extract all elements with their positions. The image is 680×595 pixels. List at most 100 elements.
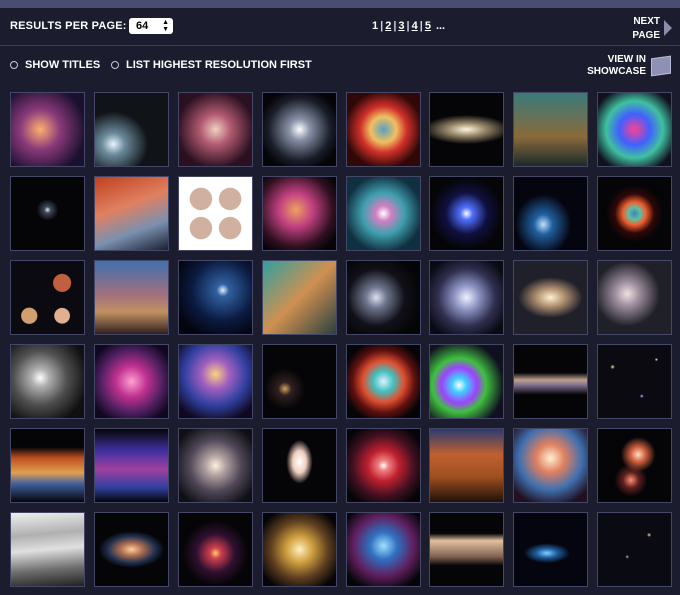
thumbnail-face-on-spiral[interactable] — [178, 428, 253, 503]
thumbnail-tarantula-wide[interactable] — [10, 428, 85, 503]
thumbnail-blue-comet[interactable] — [513, 176, 588, 251]
thumbnail-rainbow-nebula[interactable] — [429, 344, 504, 419]
thumbnail-jupiter-closeup[interactable] — [10, 512, 85, 587]
thumbnail-orion-nebula[interactable] — [178, 92, 253, 167]
pagination: 1 | 2 | 3 | 4 | 5 ... — [372, 20, 445, 32]
thumbnail-horsehead-nebula[interactable] — [94, 176, 169, 251]
thumbnail-purple-star-cluster[interactable] — [178, 344, 253, 419]
next-arrow-icon[interactable] — [664, 20, 672, 36]
thumbnail-image — [11, 345, 84, 418]
thumbnail-carina-mountain[interactable] — [94, 260, 169, 335]
thumbnail-image — [263, 261, 336, 334]
thumbnail-mars-surface-strip[interactable] — [429, 512, 504, 587]
thumbnail-star-forming-region[interactable] — [513, 428, 588, 503]
thumbnail-blue-galaxy-jet[interactable] — [513, 512, 588, 587]
thumbnail-interacting-spirals[interactable] — [346, 260, 421, 335]
thumbnail-image — [598, 513, 671, 586]
page-link-1[interactable]: 1 — [372, 20, 378, 32]
thumbnail-pillars-of-creation[interactable] — [513, 92, 588, 167]
thumbnail-image — [263, 177, 336, 250]
page-link-3[interactable]: 3 — [398, 20, 404, 32]
thumbnail-image — [598, 345, 671, 418]
thumbnail-image — [347, 429, 420, 502]
thumbnail-planetary-nebula-blue[interactable] — [429, 176, 504, 251]
thumbnail-blue-star-nursery[interactable] — [346, 512, 421, 587]
highest-resolution-radio[interactable] — [111, 61, 119, 69]
thumbnail-solar-system-collage[interactable] — [10, 260, 85, 335]
thumbnail-tilted-spiral-galaxy[interactable] — [94, 512, 169, 587]
thumbnail-image — [95, 177, 168, 250]
thumbnail-whirlpool-mosaic[interactable] — [429, 260, 504, 335]
thumbnail-image — [179, 177, 252, 250]
thumbnail-globular-cluster[interactable] — [262, 512, 337, 587]
thumbnail-image — [95, 93, 168, 166]
thumbnail-dim-mosaic-field[interactable] — [597, 512, 672, 587]
thumbnail-teal-nebula-mosaic[interactable] — [262, 260, 337, 335]
next-page-label-line2: PAGE — [632, 30, 660, 41]
thumbnail-image — [514, 429, 587, 502]
thumbnail-grayscale-galaxy-mosaic[interactable] — [10, 344, 85, 419]
thumbnail-image — [11, 429, 84, 502]
thumbnail-image — [598, 177, 671, 250]
thumbnail-colliding-galaxies[interactable] — [597, 92, 672, 167]
show-titles-option[interactable]: SHOW TITLES — [10, 59, 100, 71]
thumbnail-image — [347, 93, 420, 166]
thumbnail-image — [263, 93, 336, 166]
thumbnail-comet[interactable] — [94, 92, 169, 167]
thumbnail-hourglass-nebula[interactable] — [262, 428, 337, 503]
thumbnail-image — [514, 345, 587, 418]
thumbnail-dense-star-field[interactable] — [597, 344, 672, 419]
thumbnail-m51-galaxy-pair[interactable] — [597, 260, 672, 335]
thumbnail-image — [514, 261, 587, 334]
thumbnail-arp-galaxy-pair[interactable] — [597, 428, 672, 503]
thumbnail-spiral-galaxy[interactable] — [262, 92, 337, 167]
thumbnail-comet-blue-field[interactable] — [178, 260, 253, 335]
show-titles-radio[interactable] — [10, 61, 18, 69]
results-toolbar: RESULTS PER PAGE: 64 ▲ ▼ 1 | 2 | 3 | 4 | … — [0, 8, 680, 46]
thumbnail-cats-eye-nebula[interactable] — [346, 176, 421, 251]
thumbnail-image — [430, 93, 503, 166]
results-per-page-select[interactable]: 64 ▲ ▼ — [129, 18, 173, 34]
page-link-2[interactable]: 2 — [385, 20, 391, 32]
page-link-4[interactable]: 4 — [412, 20, 418, 32]
thumbnail-interacting-galaxy-pair[interactable] — [262, 176, 337, 251]
highest-resolution-option[interactable]: LIST HIGHEST RESOLUTION FIRST — [111, 59, 312, 71]
thumbnail-image — [263, 513, 336, 586]
thumbnail-image — [514, 93, 587, 166]
thumbnail-crab-nebula[interactable] — [346, 344, 421, 419]
thumbnail-image — [179, 345, 252, 418]
pagination-separator: | — [419, 20, 423, 32]
thumbnail-star-cluster-nebula[interactable] — [10, 92, 85, 167]
top-accent-strip — [0, 0, 680, 8]
page-link-5[interactable]: 5 — [425, 20, 431, 32]
thumbnail-image — [11, 93, 84, 166]
thumbnail-purple-band-nebula[interactable] — [94, 428, 169, 503]
showcase-label-line2: SHOWCASE — [587, 66, 646, 77]
view-in-showcase-button[interactable]: VIEW IN SHOWCASE — [580, 54, 646, 78]
thumbnail-image — [11, 513, 84, 586]
thumbnail-glowing-core-galaxy[interactable] — [178, 512, 253, 587]
results-per-page-label: RESULTS PER PAGE: — [10, 20, 127, 32]
thumbnail-small-comet[interactable] — [10, 176, 85, 251]
thumbnail-helix-nebula[interactable] — [346, 92, 421, 167]
thumbnail-image — [514, 177, 587, 250]
thumbnail-image — [263, 429, 336, 502]
thumbnail-image — [95, 429, 168, 502]
thumbnail-eagle-pillar-tall[interactable] — [429, 428, 504, 503]
thumbnail-image — [347, 177, 420, 250]
thumbnail-deep-field[interactable] — [262, 344, 337, 419]
thumbnail-jupiter-grid[interactable] — [178, 176, 253, 251]
thumbnail-edge-spiral-galaxy[interactable] — [513, 260, 588, 335]
thumbnail-ring-nebula[interactable] — [597, 176, 672, 251]
next-page-button[interactable]: NEXT PAGE — [628, 15, 660, 43]
thumbnail-image — [95, 513, 168, 586]
thumbnail-image — [598, 429, 671, 502]
showcase-icon[interactable] — [651, 55, 671, 77]
thumbnail-image — [347, 513, 420, 586]
pagination-separator: | — [380, 20, 384, 32]
thumbnail-pink-nebula[interactable] — [94, 344, 169, 419]
pagination-separator: | — [406, 20, 410, 32]
thumbnail-sombrero-galaxy[interactable] — [429, 92, 504, 167]
thumbnail-v838-monocerotis[interactable] — [346, 428, 421, 503]
thumbnail-edge-on-galaxy-band[interactable] — [513, 344, 588, 419]
